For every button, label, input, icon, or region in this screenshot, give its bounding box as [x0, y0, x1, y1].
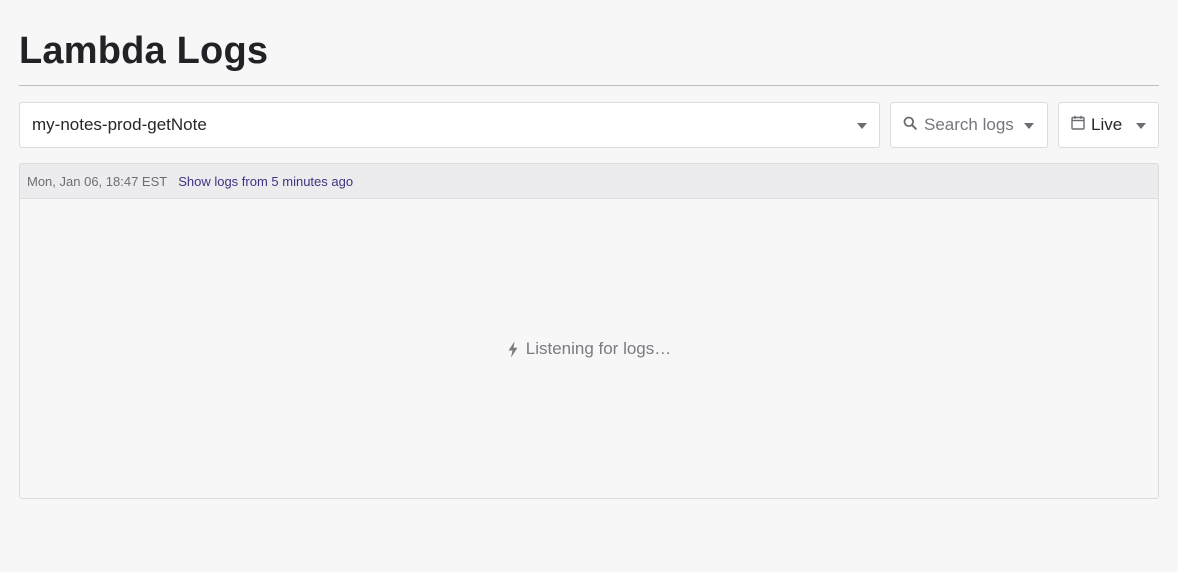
search-logs-label: Search logs — [924, 115, 1014, 134]
chevron-down-icon — [1136, 123, 1146, 129]
show-earlier-logs-link[interactable]: Show logs from 5 minutes ago — [178, 174, 353, 189]
log-controls: my-notes-prod-getNote Search logs Live — [19, 102, 1159, 148]
chevron-down-icon — [857, 123, 867, 129]
time-range-label: Live — [1091, 115, 1123, 134]
search-icon — [903, 116, 917, 135]
listening-status-text: Listening for logs… — [525, 339, 672, 358]
log-panel-header: Mon, Jan 06, 18:47 EST Show logs from 5 … — [20, 164, 1158, 199]
chevron-down-icon — [1024, 123, 1034, 129]
log-panel: Mon, Jan 06, 18:47 EST Show logs from 5 … — [19, 163, 1159, 499]
lightning-bolt-icon — [507, 341, 519, 358]
log-timestamp: Mon, Jan 06, 18:47 EST — [27, 173, 168, 189]
time-range-dropdown[interactable]: Live — [1058, 102, 1159, 148]
calendar-icon — [1071, 115, 1085, 135]
title-divider — [19, 85, 1159, 86]
log-body: Listening for logs… — [20, 199, 1158, 498]
function-select-value: my-notes-prod-getNote — [32, 115, 207, 134]
lambda-logs-page: Lambda Logs my-notes-prod-getNote Search… — [0, 0, 1178, 572]
search-logs-dropdown[interactable]: Search logs — [890, 102, 1048, 148]
page-title: Lambda Logs — [19, 30, 269, 72]
function-select[interactable]: my-notes-prod-getNote — [19, 102, 880, 148]
listening-status: Listening for logs… — [20, 339, 1158, 359]
